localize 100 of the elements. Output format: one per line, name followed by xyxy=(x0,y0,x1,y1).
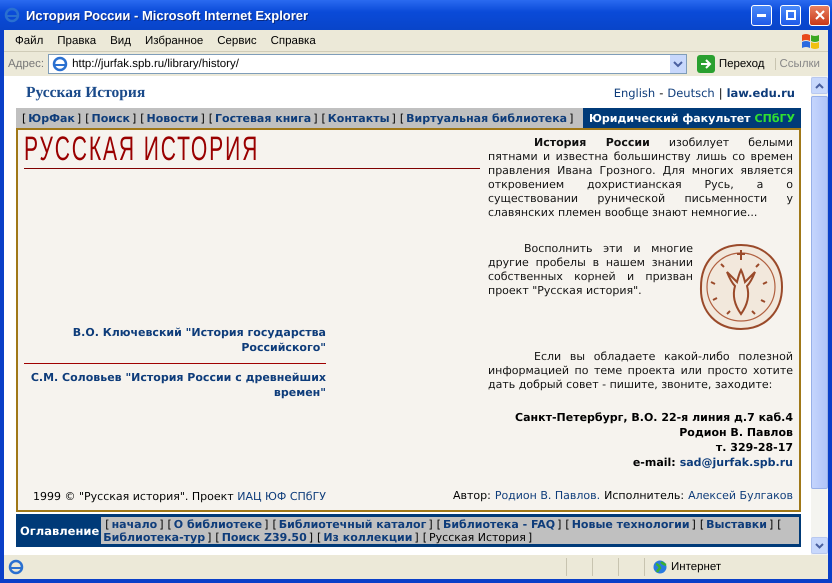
book-link[interactable]: С.М. Соловьев "История России с древнейших времен" xyxy=(24,370,326,400)
separator-text: - xyxy=(659,86,664,100)
bracket-text: ] xyxy=(413,530,420,544)
menu-item[interactable]: Избранное xyxy=(138,34,210,46)
contact-paragraph: Если вы обладаете какой-либо полезной информацией по теме проекта или просто хотите дать добрый совет - пишите, звоните, заходите: xyxy=(488,350,793,392)
nav-link[interactable]: Из коллекции xyxy=(323,530,412,544)
bracket-text: [ xyxy=(208,112,214,124)
nav-link[interactable]: Новости xyxy=(146,112,198,124)
bracket-text: ] xyxy=(76,112,82,124)
site-title: Русская История xyxy=(26,84,146,102)
scroll-up-button[interactable] xyxy=(811,77,828,94)
scrollbar[interactable] xyxy=(811,76,828,555)
nav-link[interactable]: ЮрФак xyxy=(28,112,75,124)
maximize-icon xyxy=(786,10,796,20)
contact-name: Родион В. Павлов xyxy=(679,425,793,440)
bracket-text: ] xyxy=(427,518,434,530)
chevron-down-icon xyxy=(815,542,824,548)
maker-link[interactable]: Алексей Булгаков xyxy=(688,489,793,502)
browser-icon xyxy=(4,7,20,23)
bracket-text: [ xyxy=(214,530,221,544)
address-field[interactable]: http://jurfak.spb.ru/library/history/ xyxy=(48,54,687,74)
author-link[interactable]: Родион В. Павлов. xyxy=(494,489,600,502)
nav-link[interactable]: Русская История xyxy=(429,530,526,544)
university-text: СПбГУ xyxy=(754,112,795,124)
nav-link[interactable]: Виртуальная библиотека xyxy=(406,112,568,124)
bracket-text: [ xyxy=(104,518,111,530)
bracket-text: [ xyxy=(320,112,327,124)
menu-item[interactable]: Правка xyxy=(50,34,104,46)
bracket-text: [ xyxy=(21,112,28,124)
nav-link[interactable]: О библиотеке xyxy=(174,518,262,530)
dropdown-icon[interactable] xyxy=(670,55,686,73)
arrow-right-icon xyxy=(696,55,715,73)
address-label: Адрес: xyxy=(8,58,44,70)
copyright-text: 1999 © "Русская история". Проект ИАЦ ЮФ СПбГУ xyxy=(32,490,326,504)
globe-icon xyxy=(653,560,667,574)
bracket-text: ] xyxy=(768,518,774,530)
bracket-text: [ xyxy=(564,518,571,530)
author-label: Автор: xyxy=(452,489,491,502)
bracket-text: ] xyxy=(206,530,212,544)
bracket-text: [ xyxy=(422,530,428,544)
menu-item[interactable]: Вид xyxy=(103,34,138,46)
nav-link[interactable]: Поиск xyxy=(91,112,130,124)
nav-link[interactable]: Библиотека - FAQ xyxy=(442,518,556,530)
intro-paragraph: История России изобилует белыми пятнами и известна большинству лишь со времен правления Ивана Грозного. Для многих является откровением дохристианская Русь, а о существовании рунической письменности у славянских племен вообще знают немногие... xyxy=(488,136,793,220)
nav-link[interactable]: Поиск Z39.50 xyxy=(222,530,307,544)
maximize-button[interactable] xyxy=(780,4,801,26)
bracket-text: [ xyxy=(271,518,278,530)
nav-link[interactable]: Библиотека-тур xyxy=(103,530,206,544)
language-link[interactable]: English xyxy=(614,86,656,100)
contents-label: Оглавление xyxy=(19,524,100,538)
scroll-thumb[interactable] xyxy=(811,96,828,489)
maker-label: Исполнитель: xyxy=(604,489,684,502)
menu-item[interactable]: Справка xyxy=(264,34,323,46)
minimize-button[interactable] xyxy=(751,4,772,26)
bracket-text: [ xyxy=(316,530,322,544)
bracket-text: [ xyxy=(398,112,406,124)
project-paragraph: Восполнить эти и многие другие пробелы в нашем знании собственных корней и призван проект "Русская история". xyxy=(488,242,693,298)
menu-item[interactable]: Файл xyxy=(8,34,50,46)
bracket-text: ] xyxy=(199,112,206,124)
home-link[interactable]: law.edu.ru xyxy=(726,86,795,100)
bracket-text: [ xyxy=(166,518,173,530)
bracket-text: ] xyxy=(308,530,314,544)
close-button[interactable] xyxy=(809,4,830,26)
phone-text: т. 329-28-17 xyxy=(716,440,793,455)
browser-icon xyxy=(52,56,68,72)
bracket-text: [ xyxy=(436,518,442,530)
book-link[interactable]: В.О. Ключевский "История государства Российского" xyxy=(24,325,326,356)
bracket-text: ] xyxy=(158,518,164,530)
bracket-text: ] xyxy=(390,112,397,124)
project-link[interactable]: ИАЦ ЮФ СПбГУ xyxy=(237,490,326,503)
go-button[interactable]: Переход xyxy=(690,55,770,73)
bracket-text: ] xyxy=(568,112,574,124)
bracket-text: [ xyxy=(698,518,706,530)
language-link[interactable]: Deutsch xyxy=(667,86,715,100)
nav-link[interactable]: Новые технологии xyxy=(572,518,690,530)
nav-link[interactable]: Контакты xyxy=(328,112,390,124)
window-title: История России - Microsoft Internet Explorer xyxy=(26,8,310,22)
nav-link[interactable]: начало xyxy=(112,518,158,530)
logo-text: РУССКАЯ ИСТОРИЯ xyxy=(24,132,260,166)
scroll-down-button[interactable] xyxy=(811,537,828,554)
separator-text: | xyxy=(718,86,723,100)
minimize-icon xyxy=(757,14,766,16)
bracket-text: ] xyxy=(263,518,270,530)
faculty-text: Юридический факультет xyxy=(589,112,751,124)
bracket-text: ] xyxy=(526,530,534,544)
bracket-text: [ xyxy=(139,112,146,124)
nav-link[interactable]: Выставки xyxy=(706,518,767,530)
bracket-text: [ xyxy=(776,518,783,530)
email-label: e-mail: xyxy=(632,455,676,470)
bracket-text: ] xyxy=(690,518,697,530)
nav-link[interactable]: Библиотечный каталог xyxy=(278,518,426,530)
email-link[interactable]: sad@jurfak.spb.ru xyxy=(680,455,793,470)
browser-icon xyxy=(8,559,24,575)
bracket-text: ] xyxy=(312,112,318,124)
address-text: Санкт-Петербург, В.О. 22-я линия д.7 каб.4 xyxy=(515,410,793,425)
bracket-text: [ xyxy=(84,112,90,124)
nav-link[interactable]: Гостевая книга xyxy=(215,112,312,124)
zone-text: Интернет xyxy=(671,561,722,573)
chevron-up-icon xyxy=(815,82,824,88)
menu-item[interactable]: Сервис xyxy=(210,34,264,46)
